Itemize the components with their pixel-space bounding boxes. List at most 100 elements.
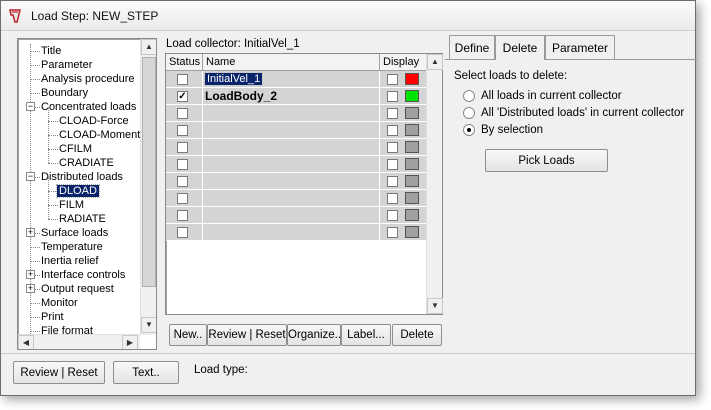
delete-collector-button[interactable]: Delete xyxy=(392,324,442,346)
table-row[interactable]: InitialVel_1 xyxy=(166,71,428,88)
display-checkbox[interactable] xyxy=(387,108,398,119)
text-button[interactable]: Text.. xyxy=(113,361,179,384)
tree-item[interactable]: Boundary xyxy=(39,86,90,100)
tree-item[interactable]: Inertia relief xyxy=(39,254,100,268)
tab-define[interactable]: Define xyxy=(449,35,495,59)
table-row[interactable] xyxy=(166,105,428,122)
color-swatch[interactable] xyxy=(405,107,419,119)
tab-parameter[interactable]: Parameter xyxy=(545,35,615,59)
name-cell[interactable] xyxy=(203,122,380,139)
tree-item[interactable]: CFILM xyxy=(57,142,94,156)
collapse-icon[interactable]: − xyxy=(26,172,35,181)
review-reset-button[interactable]: Review | Reset xyxy=(207,324,287,346)
color-swatch[interactable] xyxy=(405,175,419,187)
name-cell[interactable] xyxy=(203,173,380,190)
load-step-tree[interactable]: Title Parameter Analysis procedure Boundary… xyxy=(17,38,157,350)
scroll-down-icon[interactable]: ▼ xyxy=(427,298,443,314)
status-checkbox[interactable]: ✓ xyxy=(177,91,188,102)
name-cell[interactable] xyxy=(203,139,380,156)
tree-item[interactable]: DLOAD xyxy=(56,184,100,198)
tree-horizontal-scrollbar[interactable]: ◀ ▶ xyxy=(18,334,140,349)
display-checkbox[interactable] xyxy=(387,91,398,102)
tree-item[interactable]: RADIATE xyxy=(57,212,108,226)
tree-item[interactable]: Temperature xyxy=(39,240,105,254)
display-checkbox[interactable] xyxy=(387,210,398,221)
tree-item[interactable]: Analysis procedure xyxy=(39,72,137,86)
expand-icon[interactable]: + xyxy=(26,284,35,293)
radio-all-distributed-label[interactable]: All 'Distributed loads' in current colle… xyxy=(481,107,684,119)
tree-item[interactable]: CRADIATE xyxy=(57,156,116,170)
name-cell[interactable]: LoadBody_2 xyxy=(203,88,380,105)
title-bar[interactable]: Load Step: NEW_STEP xyxy=(1,1,695,31)
display-checkbox[interactable] xyxy=(387,159,398,170)
scroll-down-icon[interactable]: ▼ xyxy=(141,317,156,333)
tree-item[interactable]: CLOAD-Moment xyxy=(57,128,140,142)
table-row[interactable]: ✓ LoadBody_2 xyxy=(166,88,428,105)
color-swatch[interactable] xyxy=(405,158,419,170)
color-swatch[interactable] xyxy=(405,226,419,238)
scroll-left-icon[interactable]: ◀ xyxy=(18,335,34,349)
scroll-right-icon[interactable]: ▶ xyxy=(122,335,138,349)
table-row[interactable] xyxy=(166,207,428,224)
tree-vertical-scrollbar[interactable]: ▲ ▼ xyxy=(140,39,156,335)
name-cell[interactable] xyxy=(203,190,380,207)
pick-loads-button[interactable]: Pick Loads xyxy=(485,149,608,172)
radio-all-loads[interactable] xyxy=(463,90,475,102)
color-swatch[interactable] xyxy=(405,141,419,153)
tree-item[interactable]: Distributed loads xyxy=(39,170,125,184)
scroll-up-icon[interactable]: ▲ xyxy=(141,39,156,55)
display-checkbox[interactable] xyxy=(387,142,398,153)
name-cell[interactable]: InitialVel_1 xyxy=(203,71,380,88)
status-checkbox[interactable] xyxy=(177,142,188,153)
table-row[interactable] xyxy=(166,139,428,156)
tree-item[interactable]: Concentrated loads xyxy=(39,100,138,114)
tab-delete[interactable]: Delete xyxy=(495,35,545,60)
display-checkbox[interactable] xyxy=(387,227,398,238)
review-reset-bottom-button[interactable]: Review | Reset xyxy=(13,361,105,384)
name-cell[interactable] xyxy=(203,156,380,173)
color-swatch[interactable] xyxy=(405,124,419,136)
table-row[interactable] xyxy=(166,122,428,139)
name-cell[interactable] xyxy=(203,224,380,241)
tree-scroll-thumb[interactable] xyxy=(142,57,156,287)
name-cell[interactable] xyxy=(203,207,380,224)
display-checkbox[interactable] xyxy=(387,125,398,136)
color-swatch[interactable] xyxy=(405,209,419,221)
organize-button[interactable]: Organize.. xyxy=(287,324,341,346)
status-checkbox[interactable] xyxy=(177,176,188,187)
expand-icon[interactable]: + xyxy=(26,228,35,237)
radio-by-selection[interactable] xyxy=(463,124,475,136)
color-swatch[interactable] xyxy=(405,90,419,102)
name-cell[interactable] xyxy=(203,105,380,122)
display-checkbox[interactable] xyxy=(387,193,398,204)
tree-item[interactable]: FILM xyxy=(57,198,86,212)
tree-item[interactable]: Title xyxy=(39,44,63,58)
tree-item[interactable]: Parameter xyxy=(39,58,94,72)
table-row[interactable] xyxy=(166,173,428,190)
column-header-name[interactable]: Name xyxy=(203,54,380,71)
display-checkbox[interactable] xyxy=(387,74,398,85)
tree-item[interactable]: CLOAD-Force xyxy=(57,114,131,128)
tree-item[interactable]: Surface loads xyxy=(39,226,110,240)
status-checkbox[interactable] xyxy=(177,210,188,221)
collapse-icon[interactable]: − xyxy=(26,102,35,111)
status-checkbox[interactable] xyxy=(177,108,188,119)
table-row[interactable] xyxy=(166,190,428,207)
tree-item[interactable]: Output request xyxy=(39,282,116,296)
new-button[interactable]: New.. xyxy=(169,324,207,346)
status-checkbox[interactable] xyxy=(177,227,188,238)
expand-icon[interactable]: + xyxy=(26,270,35,279)
table-row[interactable] xyxy=(166,224,428,241)
column-header-status[interactable]: Status xyxy=(166,54,203,71)
display-checkbox[interactable] xyxy=(387,176,398,187)
grid-vertical-scrollbar[interactable]: ▲ ▼ xyxy=(426,54,443,314)
radio-all-loads-label[interactable]: All loads in current collector xyxy=(481,90,622,102)
tree-item[interactable]: Monitor xyxy=(39,296,80,310)
radio-all-distributed[interactable] xyxy=(463,107,475,119)
status-checkbox[interactable] xyxy=(177,193,188,204)
table-row[interactable] xyxy=(166,156,428,173)
tree-item[interactable]: Print xyxy=(39,310,66,324)
tree-item[interactable]: Interface controls xyxy=(39,268,127,282)
scroll-up-icon[interactable]: ▲ xyxy=(427,54,443,70)
load-grid[interactable]: Status Name Display InitialVel_1 ✓ LoadBod… xyxy=(165,53,443,315)
